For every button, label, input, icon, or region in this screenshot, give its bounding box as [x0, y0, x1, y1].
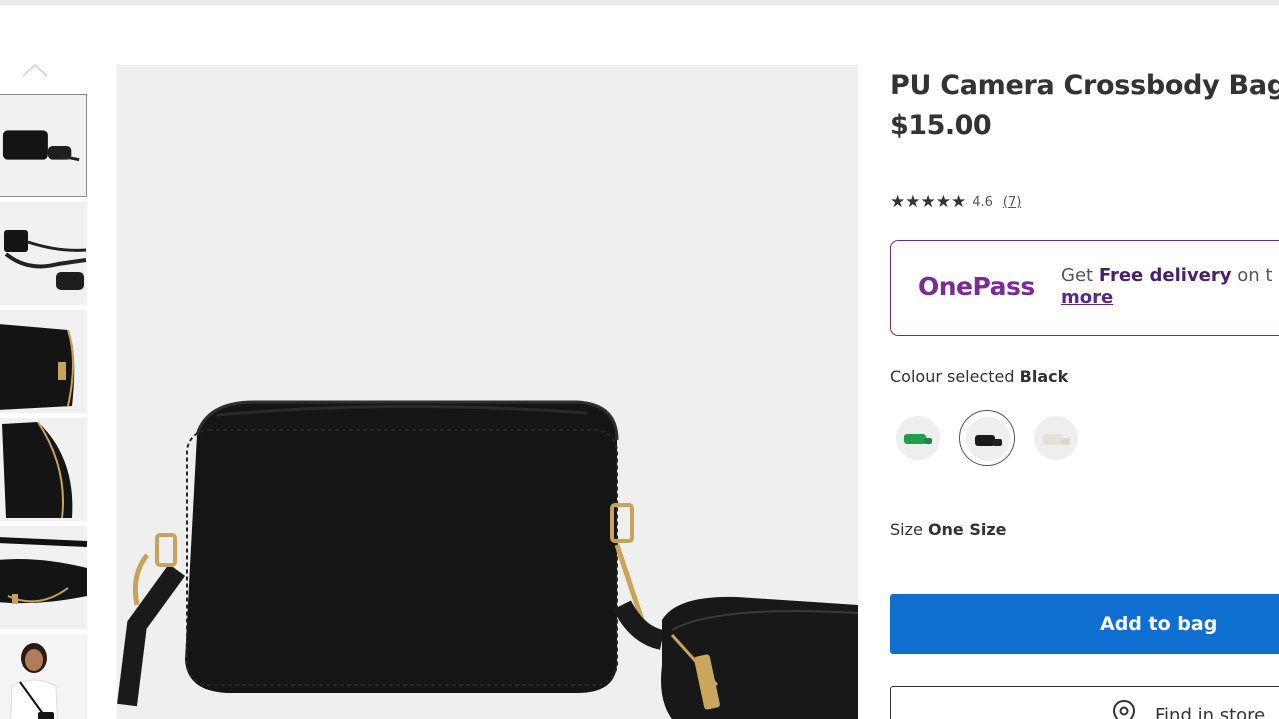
- thumbnail-list: [0, 94, 88, 719]
- onepass-more-link[interactable]: more: [1061, 287, 1113, 308]
- chevron-up-icon[interactable]: [22, 62, 48, 78]
- add-to-bag-label: Add to bag: [1100, 613, 1218, 635]
- onepass-text-suffix: on t: [1231, 265, 1273, 286]
- thumbnail-bag-front[interactable]: [0, 94, 87, 197]
- location-pin-icon: [1112, 699, 1136, 719]
- product-rating: ★★★★★ 4.6 (7): [890, 192, 1021, 212]
- thumbnail-bag-with-strap[interactable]: [0, 202, 87, 305]
- thumbnail-model-wearing[interactable]: [0, 634, 87, 719]
- rating-stars-icon: ★★★★★: [890, 192, 967, 212]
- onepass-text-prefix: Get: [1061, 265, 1099, 286]
- product-info-panel: PU Camera Crossbody Bag $15.00 ★★★★★ 4.6…: [890, 0, 1279, 719]
- product-price: $15.00: [890, 110, 992, 141]
- swatch-green[interactable]: [890, 410, 946, 466]
- thumbnail-bag-angle[interactable]: [0, 418, 87, 521]
- rating-value: 4.6: [972, 194, 993, 210]
- onepass-message: Get Free delivery on t more: [1061, 265, 1272, 309]
- size-selected-value: One Size: [927, 520, 1007, 539]
- colour-label-text: Colour selected: [890, 367, 1015, 386]
- colour-label: Colour selected Black: [890, 367, 1068, 386]
- review-count-link[interactable]: (7): [1003, 195, 1021, 210]
- main-product-image[interactable]: [117, 65, 858, 719]
- swatch-black[interactable]: [959, 410, 1015, 466]
- product-title: PU Camera Crossbody Bag: [890, 70, 1279, 101]
- size-label-text: Size: [890, 520, 923, 539]
- onepass-free-delivery: Free delivery: [1098, 265, 1232, 286]
- find-in-store-label: Find in store: [1155, 705, 1266, 719]
- add-to-bag-button[interactable]: Add to bag: [890, 594, 1279, 654]
- onepass-banner[interactable]: OnePass Get Free delivery on t more: [890, 240, 1279, 336]
- find-in-store-button[interactable]: Find in store: [890, 686, 1279, 719]
- onepass-logo: OnePass: [918, 272, 1035, 301]
- colour-selected-value: Black: [1019, 367, 1069, 386]
- size-label: Size One Size: [890, 520, 1007, 539]
- thumbnail-bag-side-zip[interactable]: [0, 310, 87, 413]
- thumbnail-bag-detail[interactable]: [0, 526, 87, 629]
- swatch-cream[interactable]: [1028, 410, 1084, 466]
